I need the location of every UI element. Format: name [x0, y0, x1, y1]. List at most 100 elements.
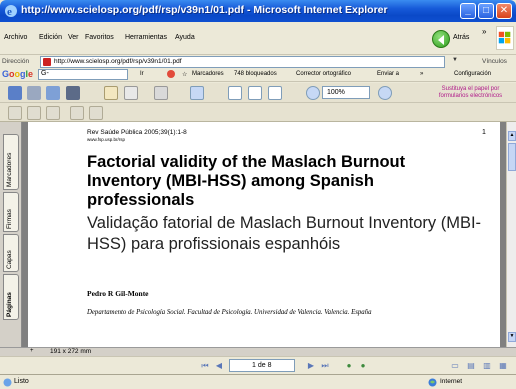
tab-paginas[interactable]: Páginas	[3, 274, 19, 320]
vertical-scrollbar[interactable]: ▲ ▼	[506, 122, 516, 347]
zoom-plus-icon[interactable]	[378, 86, 392, 100]
spellcheck-button[interactable]: Corrector ortográfico	[296, 71, 351, 77]
page-status-icon	[3, 378, 12, 387]
continuous-page-icon[interactable]	[89, 106, 103, 120]
zoom-value: 100%	[327, 89, 345, 96]
maximize-button[interactable]: □	[478, 3, 494, 19]
status-bar: Listo Internet	[0, 374, 516, 389]
google-bookmarks-button[interactable]: Marcadores	[192, 71, 224, 77]
minimize-button[interactable]: _	[460, 3, 476, 19]
google-search-value: G-	[41, 70, 49, 77]
journal-url: www.fsp.usp.br/rsp	[87, 137, 126, 142]
next-page-icon[interactable]: ▶	[306, 361, 316, 371]
scroll-up-icon[interactable]: ▲	[508, 131, 516, 141]
page-indicator: 1 de 8	[252, 362, 272, 369]
zoom-out-icon[interactable]	[306, 86, 320, 100]
pagerank-icon[interactable]	[166, 69, 176, 79]
scroll-thumb[interactable]	[508, 143, 516, 171]
facing-layout-icon[interactable]: ▥	[482, 361, 492, 371]
first-page-icon[interactable]: ⏮	[200, 361, 210, 371]
find-icon[interactable]	[66, 86, 80, 100]
document-viewport[interactable]: Rev Saúde Pública 2005;39(1):1-8 www.fsp…	[22, 122, 506, 347]
last-page-icon[interactable]: ⏭	[320, 361, 330, 371]
window-title: http://www.scielosp.org/pdf/rsp/v39n1/01…	[21, 4, 388, 16]
continuous-layout-icon[interactable]: ▤	[466, 361, 476, 371]
acrobat-toolbar: 100% Sustituya el papel por formularios …	[0, 83, 516, 103]
back-arrow-icon	[432, 30, 450, 48]
google-go-button[interactable]: Ir	[140, 71, 144, 77]
address-input[interactable]: http://www.scielosp.org/pdf/rsp/v39n1/01…	[40, 56, 445, 68]
tab-marcadores-label: Marcadores	[6, 152, 13, 187]
page-navigation-bar: ⏮ ◀ 1 de 8 ▶ ⏭ ● ● ▭ ▤ ▥ ▦	[0, 356, 516, 374]
tab-marcadores[interactable]: Marcadores	[3, 134, 19, 190]
go-previous-view-icon[interactable]: ●	[344, 361, 354, 371]
menu-favoritos[interactable]: Favoritos	[85, 34, 114, 41]
article-title-english: Factorial validity of the Maslach Burnou…	[87, 153, 406, 209]
pdf-icon	[43, 58, 51, 66]
address-bar: Dirección http://www.scielosp.org/pdf/rs…	[0, 56, 516, 68]
google-overflow-chevron-icon[interactable]: »	[420, 71, 423, 77]
menu-ayuda[interactable]: Ayuda	[175, 34, 195, 41]
menu-ver[interactable]: Ver	[68, 34, 79, 41]
page-size-strip: + 191 x 272 mm	[0, 347, 516, 356]
popup-blocker-button[interactable]: 748 bloqueados	[234, 71, 277, 77]
scroll-down-icon[interactable]: ▼	[508, 332, 516, 342]
article-title-portuguese: Validação fatorial de Maslach Burnout In…	[87, 214, 482, 253]
google-toolbar: Google G- Ir ☆ Marcadores 748 bloqueados…	[0, 68, 516, 82]
promo-text[interactable]: Sustituya el papel por formularios elect…	[427, 83, 514, 103]
security-zone-label: Internet	[440, 378, 463, 385]
previous-page-icon[interactable]: ◀	[214, 361, 224, 371]
tab-capas[interactable]: Capas	[3, 234, 19, 272]
windows-logo-icon	[496, 26, 514, 50]
toolbar-overflow-chevron-icon[interactable]: »	[482, 27, 486, 36]
menu-archivo[interactable]: Archivo	[4, 34, 27, 41]
continuous-facing-layout-icon[interactable]: ▦	[498, 361, 508, 371]
save-icon[interactable]	[8, 86, 22, 100]
author-name: Pedro R Gil-Monte	[87, 289, 149, 298]
print-icon[interactable]	[27, 86, 41, 100]
close-button[interactable]: ✕	[496, 3, 512, 19]
navigation-panel: Marcadores Firmas Capas Páginas	[0, 122, 22, 347]
google-settings-button[interactable]: Configuración	[454, 71, 491, 77]
tab-firmas[interactable]: Firmas	[3, 192, 19, 232]
page-size-label: 191 x 272 mm	[50, 348, 92, 355]
rotate-left-icon[interactable]	[8, 106, 22, 120]
back-label: Atrás	[453, 34, 470, 41]
single-page-icon[interactable]	[70, 106, 84, 120]
address-dropdown-icon[interactable]: ▼	[452, 57, 461, 67]
go-next-view-icon[interactable]: ●	[358, 361, 368, 371]
rotate-right-icon[interactable]	[27, 106, 41, 120]
fit-page-icon[interactable]	[248, 86, 262, 100]
status-text: Listo	[14, 378, 29, 385]
internet-explorer-icon: e	[5, 5, 17, 18]
pdf-page: Rev Saúde Pública 2005;39(1):1-8 www.fsp…	[28, 122, 500, 347]
journal-citation: Rev Saúde Pública 2005;39(1):1-8	[87, 129, 187, 136]
google-logo[interactable]: Google	[2, 69, 33, 79]
zoom-in-icon[interactable]	[190, 86, 204, 100]
page-number: 1	[482, 129, 486, 136]
select-text-icon[interactable]	[124, 86, 138, 100]
menu-bar: Archivo Edición Ver Favoritos Herramient…	[0, 22, 516, 55]
menu-edicion[interactable]: Edición	[39, 34, 62, 41]
page-number-input[interactable]: 1 de 8	[229, 359, 295, 372]
menu-herramientas[interactable]: Herramientas	[125, 34, 167, 41]
expand-icon[interactable]: +	[30, 348, 34, 354]
actual-size-icon[interactable]	[228, 86, 242, 100]
internet-zone-icon	[428, 378, 437, 387]
links-label[interactable]: Vínculos	[482, 58, 507, 65]
address-label: Dirección	[2, 58, 30, 65]
address-value: http://www.scielosp.org/pdf/rsp/v39n1/01…	[54, 58, 182, 65]
copy-icon[interactable]	[46, 106, 60, 120]
hand-tool-icon[interactable]	[104, 86, 118, 100]
tab-paginas-label: Páginas	[6, 292, 13, 317]
single-page-layout-icon[interactable]: ▭	[450, 361, 460, 371]
acrobat-toolbar-secondary	[0, 103, 516, 122]
email-icon[interactable]	[46, 86, 60, 100]
tab-firmas-label: Firmas	[6, 209, 13, 229]
fit-width-icon[interactable]	[268, 86, 282, 100]
author-affiliation: Departamento de Psicología Social. Facul…	[87, 309, 372, 316]
google-search-input[interactable]: G-	[38, 69, 128, 80]
snapshot-icon[interactable]	[154, 86, 168, 100]
zoom-input[interactable]: 100%	[322, 86, 370, 99]
send-to-button[interactable]: Enviar a	[377, 71, 399, 77]
